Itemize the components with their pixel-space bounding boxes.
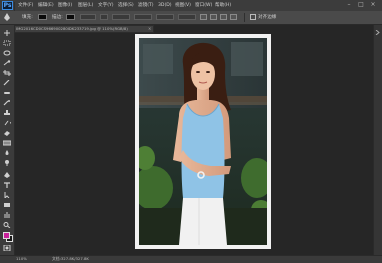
crop-tool-icon[interactable] — [3, 70, 11, 76]
width-field[interactable] — [112, 14, 130, 20]
stroke-label: 描边: — [52, 15, 63, 20]
path-operations-icon[interactable] — [200, 14, 207, 20]
quick-selection-tool-icon[interactable] — [3, 60, 11, 66]
stroke-type-dropdown[interactable] — [100, 14, 108, 20]
menu-help[interactable]: 帮助(H) — [215, 2, 231, 9]
link-dimensions-field[interactable] — [156, 14, 174, 20]
menu-window[interactable]: 窗口(W) — [195, 2, 212, 9]
stroke-width-field[interactable] — [80, 14, 96, 20]
minimize-button[interactable]: – — [344, 1, 354, 9]
close-window-button[interactable]: × — [368, 1, 378, 9]
stroke-swatch[interactable] — [66, 14, 75, 20]
gear-icon[interactable] — [230, 14, 237, 20]
rectangle-tool-icon[interactable] — [3, 202, 11, 208]
pen-tool-preset-icon[interactable] — [3, 13, 11, 21]
marquee-tool-icon[interactable] — [3, 40, 11, 46]
path-alignment-icon[interactable] — [210, 14, 217, 20]
dodge-tool-icon[interactable] — [3, 160, 11, 166]
photoshop-logo: Ps — [2, 1, 13, 10]
menu-view[interactable]: 视图(V) — [175, 2, 191, 9]
document-tab-title: IMG2016CD0CS966900280IDK233719.jpg @ 110… — [16, 26, 128, 31]
fill-label: 填充: — [22, 15, 33, 20]
height-field[interactable] — [134, 14, 152, 20]
quick-mask-icon[interactable] — [3, 245, 11, 251]
brush-tool-icon[interactable] — [3, 100, 11, 106]
eraser-tool-icon[interactable] — [3, 130, 11, 136]
zoom-tool-icon[interactable] — [3, 222, 11, 228]
maximize-button[interactable]: □ — [356, 1, 366, 9]
zoom-level[interactable]: 110% — [16, 256, 27, 261]
eyedropper-tool-icon[interactable] — [3, 80, 11, 86]
move-tool-icon[interactable] — [3, 30, 11, 36]
canvas-image[interactable] — [139, 38, 267, 245]
align-edges-label: 对齐边缘 — [258, 15, 277, 20]
options-separator — [14, 2, 15, 11]
fill-swatch[interactable] — [38, 14, 47, 20]
menu-3d[interactable]: 3D(D) — [158, 2, 172, 9]
healing-brush-tool-icon[interactable] — [3, 90, 11, 96]
menu-edit[interactable]: 编辑(E) — [38, 2, 54, 9]
path-selection-tool-icon[interactable] — [3, 192, 11, 198]
menu-file[interactable]: 文件(F) — [18, 2, 33, 9]
menu-select[interactable]: 选择(S) — [118, 2, 134, 9]
options-separator — [244, 13, 245, 22]
hand-tool-icon[interactable] — [3, 212, 11, 218]
close-document-button[interactable]: × — [148, 26, 151, 32]
menu-type[interactable]: 文字(Y) — [98, 2, 114, 9]
align-edges-checkbox[interactable] — [250, 14, 256, 20]
gradient-tool-icon[interactable] — [3, 140, 11, 146]
menu-layer[interactable]: 图层(L) — [78, 2, 93, 9]
menu-image[interactable]: 图像(I) — [58, 2, 72, 9]
blur-tool-icon[interactable] — [3, 150, 11, 156]
path-arrangement-icon[interactable] — [220, 14, 227, 20]
document-size: 文档:327.8K/327.8K — [52, 256, 89, 261]
pen-tool-icon[interactable] — [3, 172, 11, 178]
foreground-color-swatch[interactable] — [3, 232, 10, 239]
collapse-panels-icon[interactable] — [375, 29, 380, 36]
path-operations-field[interactable] — [178, 14, 196, 20]
menu-filter[interactable]: 滤镜(T) — [138, 2, 154, 9]
type-tool-icon[interactable] — [3, 182, 11, 188]
history-brush-tool-icon[interactable] — [3, 120, 11, 126]
panel-dock — [373, 25, 382, 255]
clone-stamp-tool-icon[interactable] — [3, 110, 11, 116]
lasso-tool-icon[interactable] — [3, 50, 11, 56]
